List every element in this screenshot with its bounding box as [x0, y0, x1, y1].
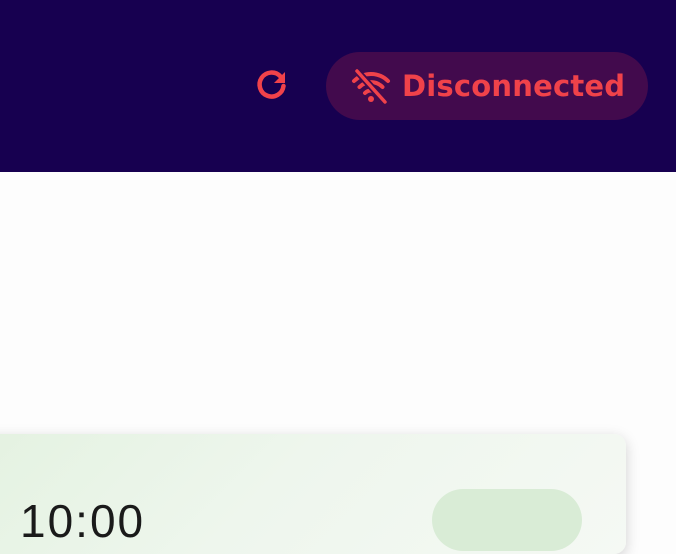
- connection-status-label: Disconnected: [402, 69, 626, 103]
- schedule-card[interactable]: 10:00: [0, 434, 626, 554]
- card-time: 10:00: [20, 495, 146, 547]
- card-chip[interactable]: [432, 489, 582, 551]
- refresh-icon: [253, 66, 291, 109]
- connection-status-button[interactable]: Disconnected: [326, 52, 648, 120]
- app-header: Disconnected: [0, 0, 676, 172]
- wifi-off-icon: [350, 68, 392, 104]
- refresh-button[interactable]: [252, 67, 292, 107]
